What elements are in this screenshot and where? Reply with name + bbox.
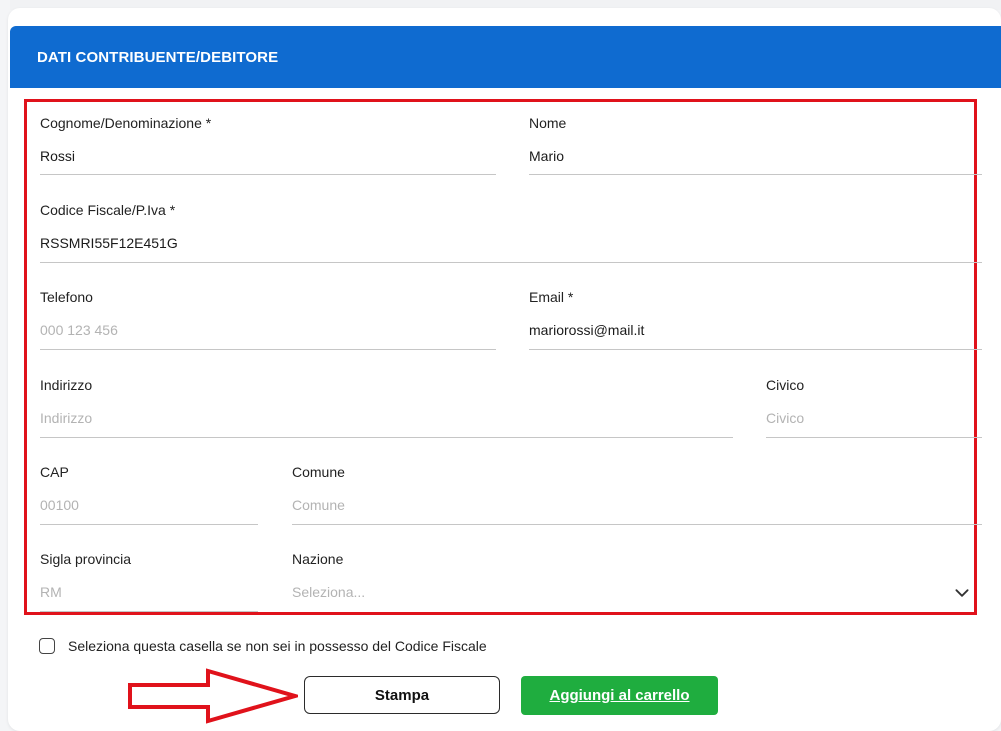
indirizzo-underline [40,437,733,438]
cap-placeholder[interactable]: 00100 [40,497,79,513]
nazione-select[interactable]: Nazione Seleziona... [292,551,982,613]
sigla-provincia-label: Sigla provincia [40,551,132,567]
comune-placeholder[interactable]: Comune [292,497,345,513]
comune-label: Comune [292,464,345,480]
nome-field[interactable]: Nome Mario [529,115,982,177]
chevron-down-icon[interactable] [953,584,971,602]
section-title: DATI CONTRIBUENTE/DEBITORE [37,48,279,66]
stampa-button[interactable]: Stampa [304,676,500,714]
civico-field[interactable]: Civico Civico [766,377,982,439]
cognome-underline [40,174,496,175]
codice-fiscale-underline [40,262,982,263]
email-value[interactable]: mariorossi@mail.it [529,322,644,338]
nome-value[interactable]: Mario [529,148,564,164]
nome-label: Nome [529,115,567,131]
comune-field[interactable]: Comune Comune [292,464,982,526]
email-field[interactable]: Email * mariorossi@mail.it [529,289,982,351]
no-codice-fiscale-option[interactable]: Seleziona questa casella se non sei in p… [39,638,487,654]
telefono-field[interactable]: Telefono 000 123 456 [40,289,496,351]
indirizzo-field[interactable]: Indirizzo Indirizzo [40,377,733,439]
email-label: Email * [529,289,574,305]
cognome-label: Cognome/Denominazione * [40,115,212,131]
nome-underline [529,174,982,175]
nazione-label: Nazione [292,551,344,567]
civico-label: Civico [766,377,805,393]
cap-field[interactable]: CAP 00100 [40,464,258,526]
codice-fiscale-field[interactable]: Codice Fiscale/P.Iva * RSSMRI55F12E451G [40,202,982,264]
nazione-placeholder[interactable]: Seleziona... [292,584,365,600]
civico-underline [766,437,982,438]
telefono-placeholder[interactable]: 000 123 456 [40,322,118,338]
cognome-field[interactable]: Cognome/Denominazione * Rossi [40,115,496,177]
indirizzo-label: Indirizzo [40,377,93,393]
cap-label: CAP [40,464,69,480]
codice-fiscale-value[interactable]: RSSMRI55F12E451G [40,235,178,251]
telefono-label: Telefono [40,289,93,305]
codice-fiscale-label: Codice Fiscale/P.Iva * [40,202,176,218]
civico-placeholder[interactable]: Civico [766,410,804,426]
telefono-underline [40,349,496,350]
email-underline [529,349,982,350]
indirizzo-placeholder[interactable]: Indirizzo [40,410,92,426]
cognome-value[interactable]: Rossi [40,148,75,164]
comune-underline [292,524,982,525]
cap-underline [40,524,258,525]
sigla-provincia-placeholder[interactable]: RM [40,584,62,600]
arrow-right-outline-icon [128,668,298,724]
sigla-provincia-underline [40,611,258,612]
no-codice-fiscale-checkbox[interactable] [39,638,55,654]
sigla-provincia-field[interactable]: Sigla provincia RM [40,551,258,613]
section-header: DATI CONTRIBUENTE/DEBITORE [10,26,1001,88]
no-codice-fiscale-label: Seleziona questa casella se non sei in p… [68,638,487,654]
aggiungi-al-carrello-button[interactable]: Aggiungi al carrello [521,676,718,715]
